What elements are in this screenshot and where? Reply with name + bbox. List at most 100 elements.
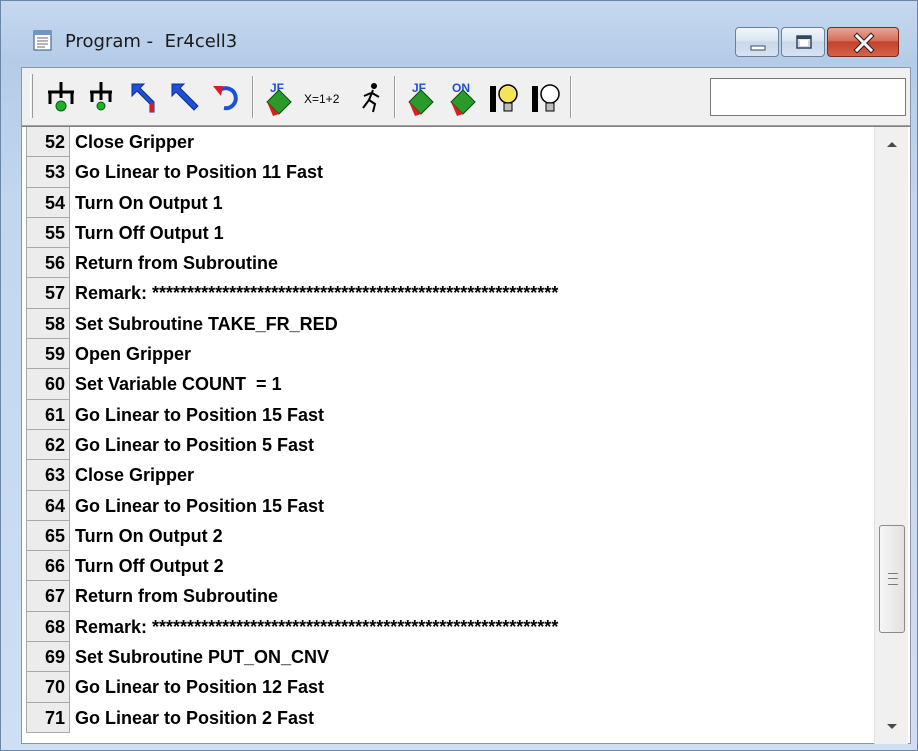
program-line[interactable]: 69 Set Subroutine PUT_ON_CNV — [26, 642, 872, 673]
robot-gripper-red-icon — [90, 82, 112, 111]
line-command: Close Gripper — [75, 465, 195, 486]
line-number: 61 — [26, 399, 70, 430]
close-button[interactable] — [827, 27, 899, 57]
line-number: 70 — [26, 672, 70, 703]
toolbar-grip[interactable] — [30, 74, 33, 118]
maximize-button[interactable] — [781, 27, 825, 57]
program-line[interactable]: 68 Remark: ******************************… — [26, 611, 872, 643]
line-command: Go Linear to Position 12 Fast — [75, 677, 325, 698]
line-number: 59 — [26, 339, 70, 370]
line-command: Go Linear to Position 2 Fast — [75, 707, 315, 728]
program-line[interactable]: 70 Go Linear to Position 12 Fast — [26, 672, 872, 703]
lightbulb-on-button[interactable] — [486, 78, 524, 116]
program-line[interactable]: 53 Go Linear to Position 11 Fast — [26, 157, 872, 188]
thumb-grip-icon — [888, 573, 898, 585]
notepad-icon — [31, 28, 55, 52]
program-line[interactable]: 55 Turn Off Output 1 — [26, 217, 872, 249]
arrow-up-left-red-icon — [131, 83, 155, 113]
program-line[interactable]: 59 Open Gripper — [26, 339, 872, 370]
arrow-up-left-red-button[interactable] — [124, 78, 162, 116]
jump-if-icon: JF — [408, 81, 434, 116]
line-number: 62 — [26, 429, 70, 461]
line-number: 69 — [26, 642, 70, 673]
program-rows: 52 Close Gripper 53 Go Linear to Position … — [26, 127, 872, 744]
window-title: Program - Er4cell3 — [65, 31, 238, 52]
program-line[interactable]: 54 Turn On Output 1 — [26, 187, 872, 218]
program-line[interactable]: 61 Go Linear to Position 15 Fast — [26, 399, 872, 430]
line-number: 52 — [26, 127, 70, 158]
jump-if-button[interactable]: JF — [402, 78, 440, 116]
output-on-icon: ON — [450, 81, 476, 116]
line-command: Return from Subroutine — [75, 253, 278, 274]
line-command: Remark: ********************************… — [75, 283, 559, 304]
lightbulb-off-button[interactable] — [528, 78, 566, 116]
toolbar-separator — [570, 76, 572, 118]
program-line[interactable]: 63 Close Gripper — [26, 460, 872, 491]
variable-math-button[interactable]: X=1+2 — [302, 78, 348, 116]
line-command: Turn On Output 2 — [75, 525, 223, 546]
line-command: Turn Off Output 2 — [75, 556, 224, 577]
line-command: Turn Off Output 1 — [75, 222, 224, 243]
line-number: 63 — [26, 460, 70, 491]
minimize-button[interactable] — [735, 27, 779, 57]
scroll-down-button[interactable] — [875, 710, 909, 744]
toolbar-separator — [394, 76, 396, 118]
close-icon — [853, 32, 875, 54]
vertical-scrollbar[interactable] — [874, 127, 908, 744]
maximize-icon — [796, 35, 812, 49]
program-line[interactable]: 65 Turn On Output 2 — [26, 520, 872, 552]
line-command: Go Linear to Position 15 Fast — [75, 404, 325, 425]
line-command: Close Gripper — [75, 132, 195, 152]
program-line[interactable]: 62 Go Linear to Position 5 Fast — [26, 429, 872, 461]
toolbar: JF X=1+2 JF ON — [22, 68, 910, 126]
line-number: 57 — [26, 278, 70, 309]
scroll-up-arrow-icon — [887, 142, 897, 147]
scroll-up-button[interactable] — [875, 127, 909, 161]
robot-gripper-green-icon — [48, 82, 74, 112]
program-line[interactable]: 64 Go Linear to Position 15 Fast — [26, 490, 872, 521]
line-number: 54 — [26, 187, 70, 218]
line-number: 67 — [26, 581, 70, 612]
line-number: 64 — [26, 490, 70, 521]
undo-loop-button[interactable] — [208, 78, 246, 116]
program-line[interactable]: 66 Turn Off Output 2 — [26, 551, 872, 582]
toolbar-separator — [252, 76, 254, 118]
running-man-button[interactable] — [352, 78, 390, 116]
line-command: Go Linear to Position 11 Fast — [75, 162, 324, 183]
program-line[interactable]: 71 Go Linear to Position 2 Fast — [26, 702, 872, 733]
lightbulb-on-icon — [490, 84, 518, 112]
program-line[interactable]: 60 Set Variable COUNT = 1 — [26, 369, 872, 400]
program-listing[interactable]: 52 Close Gripper 53 Go Linear to Position … — [22, 126, 910, 744]
title-bar[interactable]: Program - Er4cell3 — [1, 1, 917, 67]
lightbulb-off-icon — [532, 84, 560, 112]
program-line[interactable]: 67 Return from Subroutine — [26, 581, 872, 612]
line-command: Set Subroutine TAKE_FR_RED — [75, 313, 338, 334]
program-line[interactable]: 57 Remark: ******************************… — [26, 278, 872, 309]
jump-label-button[interactable]: JF — [260, 78, 298, 116]
program-line[interactable]: 58 Set Subroutine TAKE_FR_RED — [26, 308, 872, 340]
line-command: Return from Subroutine — [75, 586, 278, 607]
scrollbar-thumb[interactable] — [879, 525, 905, 633]
line-number: 58 — [26, 308, 70, 340]
line-command: Open Gripper — [75, 344, 192, 365]
line-command: Turn On Output 1 — [75, 192, 223, 213]
program-line[interactable]: 56 Return from Subroutine — [26, 248, 872, 279]
output-on-button[interactable]: ON — [444, 78, 482, 116]
robot-gripper-green-button[interactable] — [42, 78, 80, 116]
line-number: 68 — [26, 611, 70, 643]
robot-gripper-red-button[interactable] — [82, 78, 120, 116]
jump-label-icon: JF — [266, 81, 292, 116]
program-window: Program - Er4cell3 JF X=1+2 JF ON 52 Clo… — [0, 0, 918, 751]
toolbar-text-input[interactable] — [710, 78, 906, 116]
scroll-down-arrow-icon — [887, 724, 897, 729]
client-area: JF X=1+2 JF ON 52 Close Gripper 53 Go Li… — [21, 67, 911, 744]
line-number: 60 — [26, 369, 70, 400]
arrow-up-left-blue-button[interactable] — [166, 78, 204, 116]
running-man-icon — [362, 83, 380, 113]
svg-text:X=1+2: X=1+2 — [304, 92, 340, 106]
line-command: Set Variable COUNT = 1 — [75, 374, 282, 395]
program-line[interactable]: 52 Close Gripper — [26, 127, 872, 158]
line-number: 53 — [26, 157, 70, 188]
line-number: 56 — [26, 248, 70, 279]
line-command: Remark: ********************************… — [75, 616, 559, 637]
